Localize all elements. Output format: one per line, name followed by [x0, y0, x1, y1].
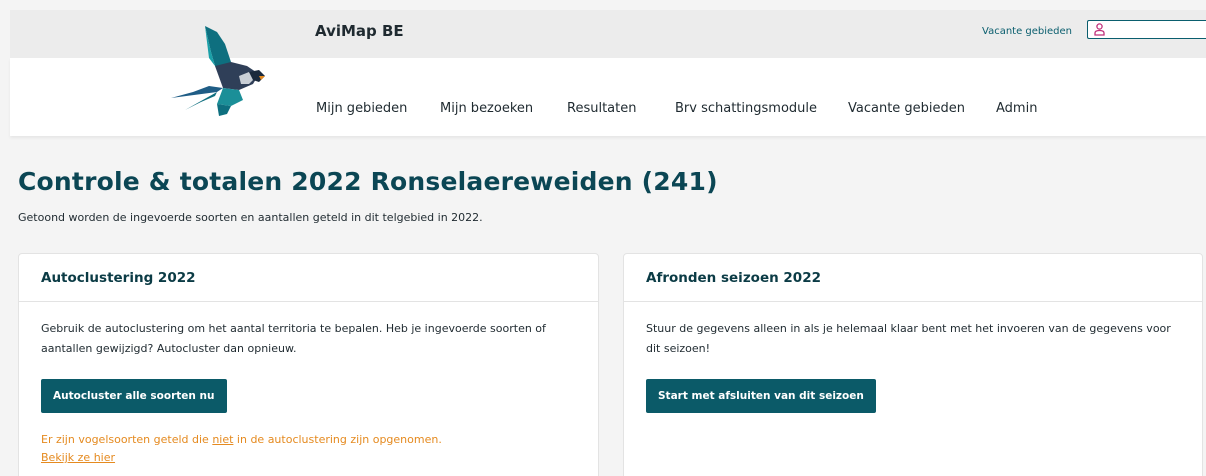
user-field[interactable]	[1087, 20, 1206, 39]
autoclustering-card: Autoclustering 2022 Gebruik de autoclust…	[18, 253, 599, 476]
afsluiten-seizoen-button[interactable]: Start met afsluiten van dit seizoen	[646, 379, 876, 413]
site-title[interactable]: AviMap BE	[315, 22, 404, 40]
nav-vacante-gebieden[interactable]: Vacante gebieden	[848, 101, 965, 116]
warning-text-prefix: Er zijn vogelsoorten geteld die	[41, 433, 213, 446]
card-header: Autoclustering 2022	[19, 254, 598, 302]
user-icon	[1094, 23, 1105, 36]
autoclustering-warning: Er zijn vogelsoorten geteld die niet in …	[41, 431, 442, 467]
nav-resultaten[interactable]: Resultaten	[567, 101, 636, 116]
autoclustering-title: Autoclustering 2022	[41, 270, 196, 286]
afronden-card: Afronden seizoen 2022 Stuur de gegevens …	[623, 253, 1203, 476]
nav-brv-schattingsmodule[interactable]: Brv schattingsmodule	[675, 101, 817, 116]
top-link-vacante-gebieden[interactable]: Vacante gebieden	[982, 26, 1072, 37]
afronden-title: Afronden seizoen 2022	[646, 270, 821, 286]
bekijk-ze-hier-link[interactable]: Bekijk ze hier	[41, 451, 115, 464]
autoclustering-text: Gebruik de autoclustering om het aantal …	[41, 322, 546, 355]
autocluster-button[interactable]: Autocluster alle soorten nu	[41, 379, 227, 413]
afronden-text: Stuur de gegevens alleen in als je helem…	[646, 322, 1171, 355]
swallow-logo[interactable]	[165, 18, 275, 118]
nav-mijn-bezoeken[interactable]: Mijn bezoeken	[440, 101, 533, 116]
warning-link-niet[interactable]: niet	[212, 433, 233, 446]
warning-text-suffix: in de autoclustering zijn opgenomen.	[233, 433, 442, 446]
site-header: AviMap BE Vacante gebieden Mijn gebieden…	[0, 0, 1206, 136]
nav-mijn-gebieden[interactable]: Mijn gebieden	[316, 101, 407, 116]
card-header: Afronden seizoen 2022	[624, 254, 1202, 302]
page-title: Controle & totalen 2022 Ronselaereweiden…	[18, 167, 718, 196]
nav-admin[interactable]: Admin	[996, 101, 1037, 116]
page-subtitle: Getoond worden de ingevoerde soorten en …	[18, 211, 483, 224]
